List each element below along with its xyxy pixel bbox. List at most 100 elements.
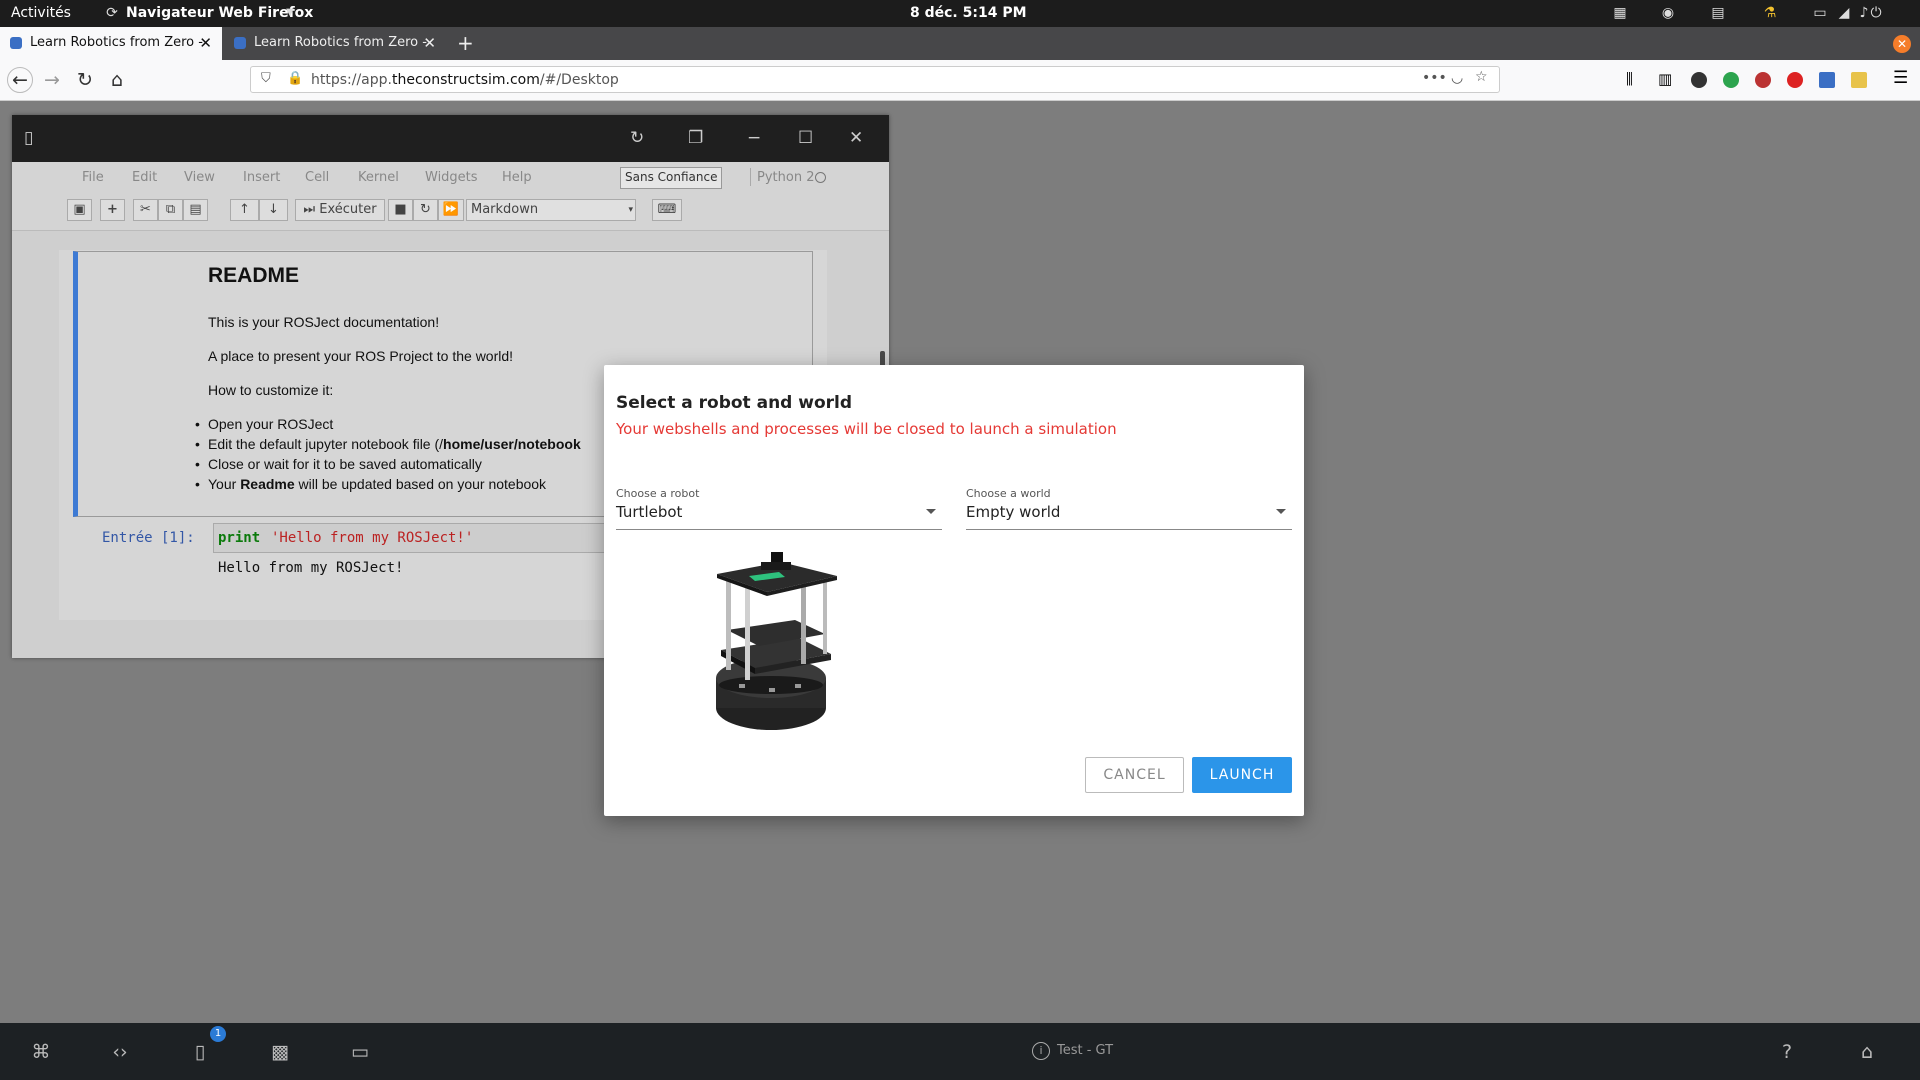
desktop-icon[interactable]: ▭ [348, 1040, 372, 1064]
code-keyword: print [218, 530, 261, 546]
cell-output: Hello from my ROSJect! [218, 560, 404, 576]
restart-run-all-icon[interactable]: ⏩ [438, 199, 464, 221]
back-icon[interactable]: ← [7, 67, 33, 93]
close-icon[interactable]: ✕ [199, 34, 212, 52]
shield-icon[interactable]: ⛉ [261, 71, 271, 86]
chevron-down-icon: ▼ [286, 7, 294, 18]
readme-paragraph: A place to present your ROS Project to t… [208, 348, 514, 364]
refresh-icon[interactable]: ↻ [630, 128, 644, 148]
chevron-down-icon [1276, 509, 1286, 514]
page-actions-icon[interactable]: ••• [1422, 70, 1447, 86]
copy-icon[interactable]: ⧉ [158, 199, 183, 221]
network-icon[interactable]: ◢ [1836, 5, 1852, 21]
display-icon[interactable]: ▭ [1812, 5, 1828, 21]
tab-label: Learn Robotics from Zero - [30, 35, 203, 50]
extension-cap-icon[interactable] [1819, 72, 1835, 88]
close-icon[interactable]: ✕ [849, 128, 863, 148]
restart-icon[interactable]: ↻ [413, 199, 438, 221]
bookmark-star-icon[interactable]: ☆ [1475, 69, 1488, 85]
extension-flask-icon[interactable] [1851, 72, 1867, 88]
menu-help[interactable]: Help [502, 170, 532, 185]
clipboard-icon[interactable]: ▤ [1710, 5, 1726, 21]
minimize-icon[interactable]: − [747, 128, 761, 148]
extension-multi-icon[interactable] [1755, 72, 1771, 88]
cell-type-select[interactable]: Markdown ▾ [466, 199, 636, 221]
readme-list-item: Edit the default jupyter notebook file (… [195, 436, 581, 452]
turtlebot-image [716, 552, 837, 730]
tab-learn-robotics-2[interactable]: Learn Robotics from Zero - ✕ [224, 27, 446, 60]
library-icon[interactable]: ⫼ [1626, 70, 1633, 88]
new-tab-icon[interactable]: + [457, 31, 474, 55]
flask-icon[interactable]: ⚗ [1762, 5, 1778, 21]
save-icon[interactable]: ▣ [67, 199, 92, 221]
terminal-icon[interactable]: ⌘ [29, 1040, 53, 1064]
menu-file[interactable]: File [82, 170, 104, 185]
simulation-icon[interactable]: ▩ [268, 1040, 292, 1064]
menu-view[interactable]: View [184, 170, 215, 185]
menu-widgets[interactable]: Widgets [425, 170, 478, 185]
readme-item-text: will be updated based on your notebook [294, 476, 547, 492]
notebook-icon[interactable]: ▯ [188, 1040, 212, 1064]
discord-icon[interactable]: ◉ [1660, 5, 1676, 21]
cancel-button[interactable]: CANCEL [1085, 757, 1184, 793]
bottom-dock: ⌘ ‹› ▯ 1 ▩ ▭ i Test - GT ? ⌂ [0, 1023, 1920, 1080]
run-button[interactable]: ⏭ Exécuter [295, 199, 385, 221]
readme-paragraph: How to customize it: [208, 382, 334, 398]
reload-icon[interactable]: ↻ [72, 67, 98, 93]
close-window-icon[interactable]: ✕ [1893, 35, 1911, 53]
dialog-title: Select a robot and world [616, 393, 853, 413]
account-icon[interactable] [1691, 72, 1707, 88]
notebook-badge: 1 [210, 1026, 226, 1042]
menu-icon[interactable]: ☰ [1893, 68, 1908, 88]
adblock-icon[interactable] [1787, 72, 1803, 88]
keyboard-icon[interactable]: ⌨ [652, 199, 682, 221]
grid-icon[interactable]: ▦ [1612, 5, 1628, 21]
robot-select-value: Turtlebot [616, 503, 683, 521]
readme-heading: README [208, 264, 300, 287]
menu-edit[interactable]: Edit [132, 170, 157, 185]
sidebar-icon[interactable]: ▥ [1658, 70, 1672, 88]
info-icon[interactable]: i [1032, 1042, 1050, 1060]
world-select[interactable]: Choose a world Empty world [966, 487, 1292, 530]
kernel-name[interactable]: Python 2 [757, 170, 814, 185]
readme-item-text: Edit the default jupyter notebook file (… [208, 436, 444, 452]
menu-cell[interactable]: Cell [305, 170, 329, 185]
power-icon[interactable]: ⏻ [1868, 5, 1884, 21]
robot-select[interactable]: Choose a robot Turtlebot [616, 487, 942, 530]
system-top-bar: Activités ⟳ Navigateur Web Firefox ▼ 8 d… [0, 0, 1920, 27]
maximize-icon[interactable]: ☐ [798, 128, 813, 148]
forward-icon[interactable]: → [39, 67, 65, 93]
readme-paragraph: This is your ROSJect documentation! [208, 314, 440, 330]
firefox-icon: ⟳ [106, 5, 118, 21]
readme-item-text: Your [208, 476, 241, 492]
home-icon[interactable]: ⌂ [1855, 1040, 1879, 1064]
move-down-icon[interactable]: ↓ [259, 199, 288, 221]
activities-button[interactable]: Activités [11, 5, 71, 21]
close-icon[interactable]: ✕ [423, 34, 436, 52]
cut-icon[interactable]: ✂ [133, 199, 158, 221]
jupyter-toolbar: ▣ + ✂ ⧉ ▤ ↑ ↓ ⏭ Exécuter ■ ↻ ⏩ Markdown ▾… [12, 192, 889, 231]
menu-insert[interactable]: Insert [243, 170, 280, 185]
popout-icon[interactable]: ❐ [688, 128, 703, 148]
constructsim-favicon-icon [234, 37, 246, 49]
stop-icon[interactable]: ■ [388, 199, 413, 221]
move-up-icon[interactable]: ↑ [230, 199, 259, 221]
home-icon[interactable]: ⌂ [104, 67, 130, 93]
navigation-bar: ← → ↻ ⌂ ⛉ 🔒 https://app.theconstructsim.… [0, 60, 1920, 101]
menu-kernel[interactable]: Kernel [358, 170, 399, 185]
tab-learn-robotics-1[interactable]: Learn Robotics from Zero - ✕ [0, 27, 222, 60]
launch-button[interactable]: LAUNCH [1192, 757, 1292, 793]
extension-green-icon[interactable] [1723, 72, 1739, 88]
trust-indicator[interactable]: Sans Confiance [620, 167, 723, 189]
paste-icon[interactable]: ▤ [183, 199, 208, 221]
jupyter-menubar: File Edit View Insert Cell Kernel Widget… [12, 162, 889, 192]
clock[interactable]: 8 déc. 5:14 PM [910, 5, 1027, 21]
readme-list-item: Your Readme will be updated based on you… [195, 476, 547, 492]
tab-label: Learn Robotics from Zero - [254, 35, 427, 50]
add-cell-icon[interactable]: + [100, 199, 125, 221]
constructsim-favicon-icon [10, 37, 22, 49]
help-icon[interactable]: ? [1775, 1040, 1799, 1064]
pocket-icon[interactable]: ◡ [1451, 70, 1463, 86]
url-bar[interactable]: ⛉ 🔒 https://app.theconstructsim.com/#/De… [250, 66, 1500, 93]
code-editor-icon[interactable]: ‹› [108, 1040, 132, 1064]
